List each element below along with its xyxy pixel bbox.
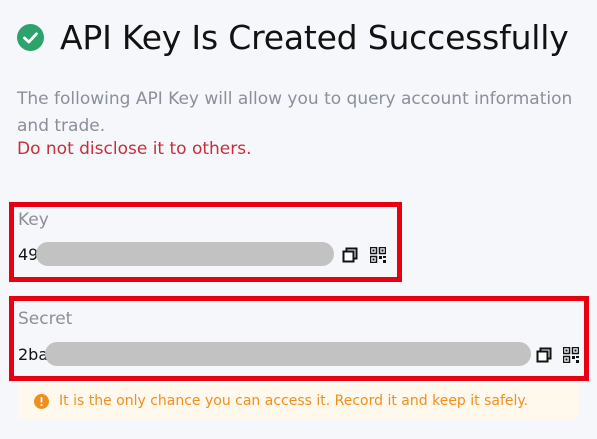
notice-bar: It is the only chance you can access it.… [17, 383, 579, 419]
secret-label: Secret [18, 309, 73, 329]
key-label: Key [18, 210, 49, 230]
qr-code-icon[interactable] [370, 247, 386, 263]
notice-text: It is the only chance you can access it.… [59, 393, 529, 409]
qr-code-icon[interactable] [563, 347, 579, 363]
copy-icon[interactable] [342, 247, 358, 263]
description-text: The following API Key will allow you to … [17, 89, 573, 136]
header: API Key Is Created Successfully [17, 18, 569, 57]
key-value-prefix: 49 [18, 244, 39, 264]
check-circle-icon [17, 24, 44, 51]
key-value[interactable]: 49 [18, 242, 335, 266]
page-title: API Key Is Created Successfully [60, 18, 569, 57]
secret-value[interactable]: 2ba [18, 342, 532, 366]
secret-field-highlight [9, 296, 589, 381]
copy-icon[interactable] [536, 347, 552, 363]
key-value-mask [36, 242, 335, 266]
secret-value-mask [45, 342, 532, 366]
secret-value-prefix: 2ba [18, 344, 49, 364]
warning-text: Do not disclose it to others. [17, 139, 252, 159]
info-icon [34, 393, 49, 409]
